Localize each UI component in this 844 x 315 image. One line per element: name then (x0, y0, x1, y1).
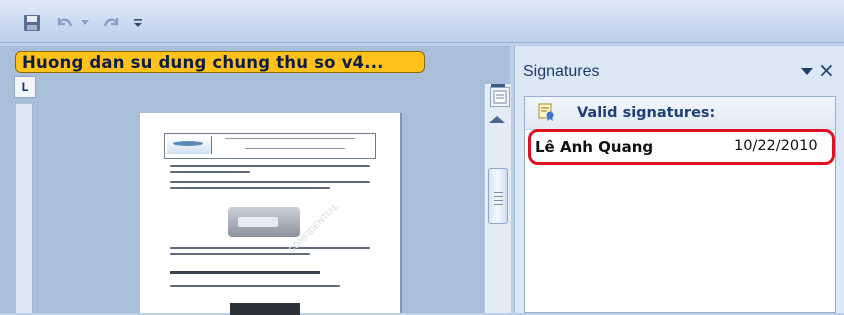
signature-date: 10/22/2010 (734, 138, 818, 154)
undo-dropdown-icon[interactable] (80, 14, 90, 32)
customize-arrow-icon[interactable] (132, 14, 144, 32)
document-photo (230, 303, 300, 315)
signer-name: Lê Anh Quang (535, 138, 654, 156)
certificate-icon (538, 103, 554, 121)
company-logo (167, 136, 212, 154)
close-icon[interactable]: × (818, 60, 835, 80)
vertical-scrollbar[interactable] (484, 84, 511, 313)
pane-header: Signatures × (515, 46, 844, 94)
split-view-icon[interactable] (490, 87, 510, 107)
document-title: Huong dan su dung chung thu so v4... (15, 51, 425, 73)
redo-icon[interactable] (100, 14, 122, 32)
page-header-table (164, 133, 376, 159)
undo-icon[interactable] (54, 14, 76, 32)
valid-signatures-group[interactable]: Valid signatures: (525, 97, 835, 130)
usb-token-image (228, 207, 300, 237)
vertical-ruler (16, 104, 33, 313)
pane-menu-icon[interactable] (801, 68, 813, 75)
save-icon[interactable] (22, 14, 42, 32)
document-page[interactable]: CONFIDENTIAL (140, 113, 400, 315)
scroll-up-icon[interactable] (489, 116, 505, 123)
signature-list: Valid signatures: Lê Anh Quang 10/22/201… (524, 96, 836, 313)
signatures-pane: Signatures × Valid signatures: Lê Anh Qu… (514, 46, 844, 313)
signature-row[interactable]: Lê Anh Quang 10/22/2010 (528, 129, 835, 165)
pane-title: Signatures (523, 63, 600, 80)
tab-stop-selector[interactable]: L (14, 76, 36, 98)
group-label: Valid signatures: (577, 105, 716, 121)
scrollbar-thumb[interactable] (488, 168, 508, 224)
quick-access-toolbar (0, 0, 844, 43)
